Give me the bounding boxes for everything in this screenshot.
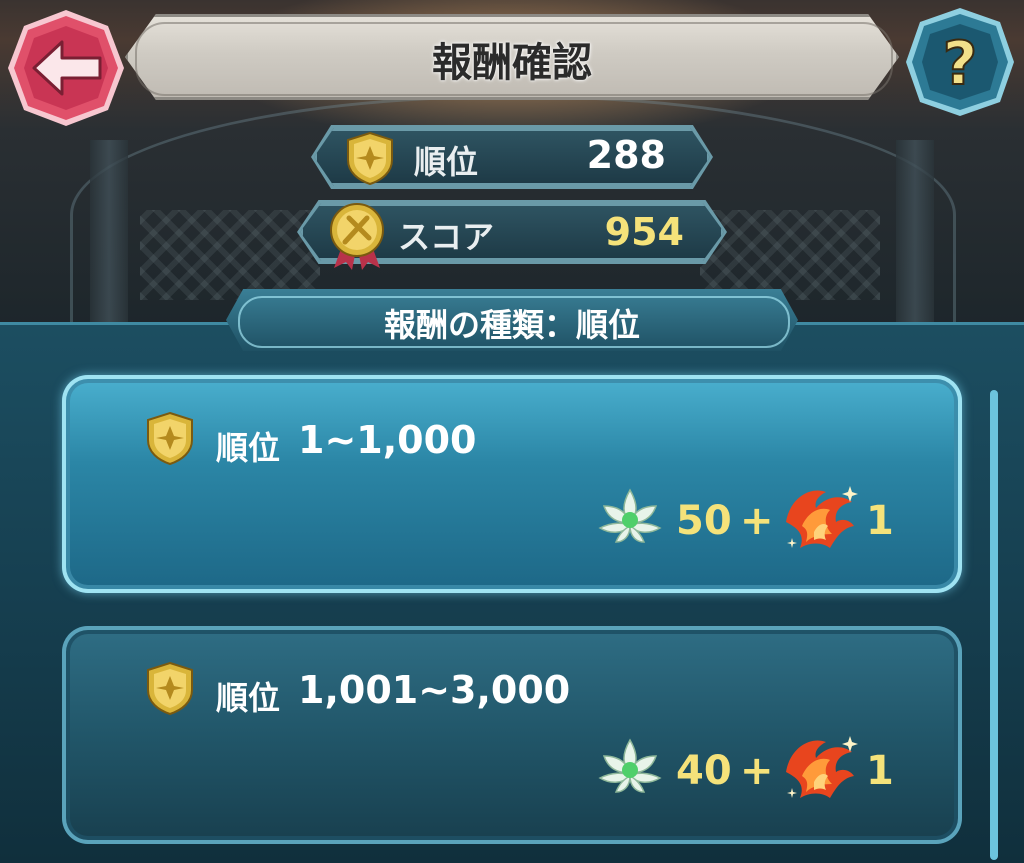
scrollbar[interactable] [990, 390, 998, 860]
score-label: スコア [398, 218, 495, 256]
lotus-icon [598, 738, 662, 793]
phoenix-icon [786, 486, 858, 548]
phoenix-icon [786, 736, 858, 798]
background-pillar-right [896, 140, 934, 340]
reward-card-2-rank-range: 1,001~3,000 [298, 668, 571, 712]
background-lattice-right [700, 210, 880, 300]
background-lattice-left [140, 210, 320, 300]
svg-text:?: ? [943, 29, 978, 99]
reward-card-2-plus: + [740, 748, 774, 794]
reward-card-2-rank-label: 順位 [216, 679, 281, 717]
reward-card-1-plus: + [740, 498, 774, 544]
back-arrow-icon [8, 10, 124, 126]
help-button[interactable]: ? [902, 4, 1018, 120]
score-medal-icon [330, 203, 384, 270]
lotus-icon [598, 488, 662, 543]
back-button[interactable] [4, 6, 128, 130]
reward-card-2-item1-amount: 40 [676, 748, 732, 794]
rank-value: 288 [586, 133, 666, 177]
reward-card-1-item2-amount: 1 [866, 498, 894, 544]
page-title: 報酬確認 [432, 40, 592, 86]
rank-medal-icon [347, 131, 393, 186]
score-value: 954 [604, 210, 684, 254]
rank-label: 順位 [414, 143, 479, 181]
reward-card-2-item2-amount: 1 [866, 748, 894, 794]
background-pillar-left [90, 140, 128, 340]
reward-card-1-item1-amount: 50 [676, 498, 732, 544]
reward-card-1-rank-label: 順位 [216, 429, 281, 467]
reward-type-label: 報酬の種類：順位 [383, 306, 640, 344]
rank-medal-icon [147, 661, 193, 716]
help-question-icon: ? [906, 8, 1014, 116]
rank-medal-icon [147, 411, 193, 466]
reward-card-1-rank-range: 1~1,000 [298, 418, 477, 462]
